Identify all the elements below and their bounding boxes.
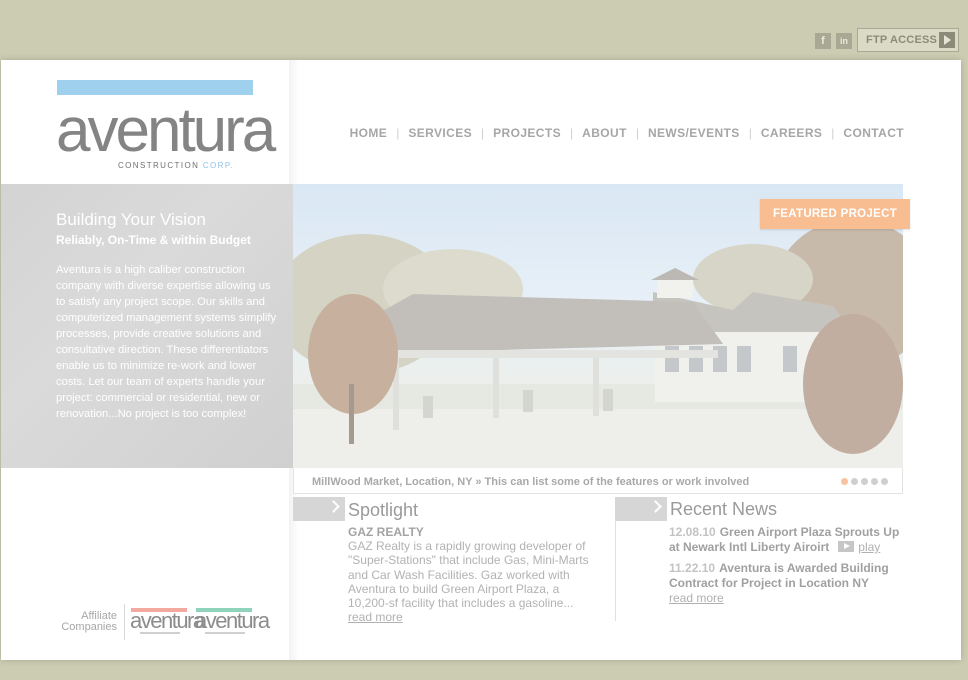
nav-divider: | xyxy=(570,126,574,140)
affiliate-logo-word: aventura xyxy=(195,608,270,633)
nav-divider: | xyxy=(396,126,400,140)
main-nav: HOME | SERVICES | PROJECTS | ABOUT | NEW… xyxy=(350,126,904,140)
spotlight-body: GAZ Realty is a rapidly growing develope… xyxy=(348,539,589,625)
news-read-more-link[interactable]: read more xyxy=(669,591,724,605)
nav-divider: | xyxy=(481,126,485,140)
news-item: 12.08.10 Green Airport Plaza Sprouts Up a… xyxy=(669,525,909,555)
spotlight-read-more-link[interactable]: read more xyxy=(348,610,403,624)
nav-projects[interactable]: PROJECTS xyxy=(493,126,561,140)
slide-caption-bar: MillWood Market, Location, NY » This can… xyxy=(293,468,903,494)
affiliate-logo-2[interactable]: aventura xyxy=(195,608,270,636)
affiliate-logo-1[interactable]: aventura xyxy=(130,608,205,636)
affiliate-divider xyxy=(124,604,125,640)
arrow-right-icon xyxy=(939,32,955,48)
news-date: 12.08.10 xyxy=(669,525,716,539)
affiliate-logo-word: aventura xyxy=(130,608,205,633)
news-item: 11.22.10 Aventura is Awarded Building Con… xyxy=(669,561,909,606)
site-logo[interactable]: aventura CONSTRUCTION CORP. xyxy=(56,80,276,180)
ftp-access-button[interactable]: FTP ACCESS xyxy=(857,28,959,52)
nav-careers[interactable]: CAREERS xyxy=(761,126,822,140)
news-title: Recent News xyxy=(670,499,778,519)
nav-home[interactable]: HOME xyxy=(350,126,388,140)
nav-divider: | xyxy=(748,126,752,140)
spotlight-arrow-icon xyxy=(293,497,345,521)
spotlight-company: GAZ REALTY xyxy=(348,525,424,539)
featured-project-badge[interactable]: FEATURED PROJECT xyxy=(760,199,910,229)
news-play-link[interactable]: play xyxy=(858,540,880,554)
intro-panel: Building Your Vision Reliably, On-Time &… xyxy=(1,184,293,468)
featured-project-label: FEATURED PROJECT xyxy=(772,208,898,220)
nav-about[interactable]: ABOUT xyxy=(582,126,627,140)
nav-divider: | xyxy=(831,126,835,140)
logo-subtitle: CONSTRUCTION CORP. xyxy=(118,161,235,170)
facebook-icon[interactable]: f xyxy=(815,33,831,49)
affiliate-logo-tagline xyxy=(140,632,180,634)
news-date: 11.22.10 xyxy=(669,561,716,575)
top-bar: f in FTP ACCESS xyxy=(0,0,968,60)
logo-bar xyxy=(57,80,253,95)
intro-subtitle: Reliably, On-Time & within Budget xyxy=(56,233,251,247)
slide-dot-4[interactable] xyxy=(871,478,878,485)
slide-dot-5[interactable] xyxy=(881,478,888,485)
play-icon[interactable] xyxy=(838,541,855,552)
slide-dot-2[interactable] xyxy=(851,478,858,485)
nav-services[interactable]: SERVICES xyxy=(408,126,472,140)
spotlight-title: Spotlight xyxy=(348,500,419,520)
slide-pager xyxy=(841,478,888,485)
page-card: aventura CONSTRUCTION CORP. HOME | SERVI… xyxy=(1,60,961,660)
affiliate-label: Affiliate Companies xyxy=(61,610,117,633)
slide-dot-1[interactable] xyxy=(841,478,848,485)
affiliate-logo-tagline xyxy=(205,632,245,634)
news-arrow-icon xyxy=(615,497,667,521)
ftp-access-label: FTP ACCESS xyxy=(866,34,938,46)
logo-wordmark: aventura xyxy=(56,96,276,165)
nav-divider: | xyxy=(635,126,639,140)
intro-body: Aventura is a high caliber construction … xyxy=(56,264,277,420)
nav-contact[interactable]: CONTACT xyxy=(843,126,904,140)
linkedin-icon[interactable]: in xyxy=(836,33,852,49)
nav-news-events[interactable]: NEWS/EVENTS xyxy=(648,126,740,140)
slide-caption: MillWood Market, Location, NY » This can… xyxy=(312,476,750,488)
intro-title: Building Your Vision xyxy=(56,210,206,229)
slide-dot-3[interactable] xyxy=(861,478,868,485)
